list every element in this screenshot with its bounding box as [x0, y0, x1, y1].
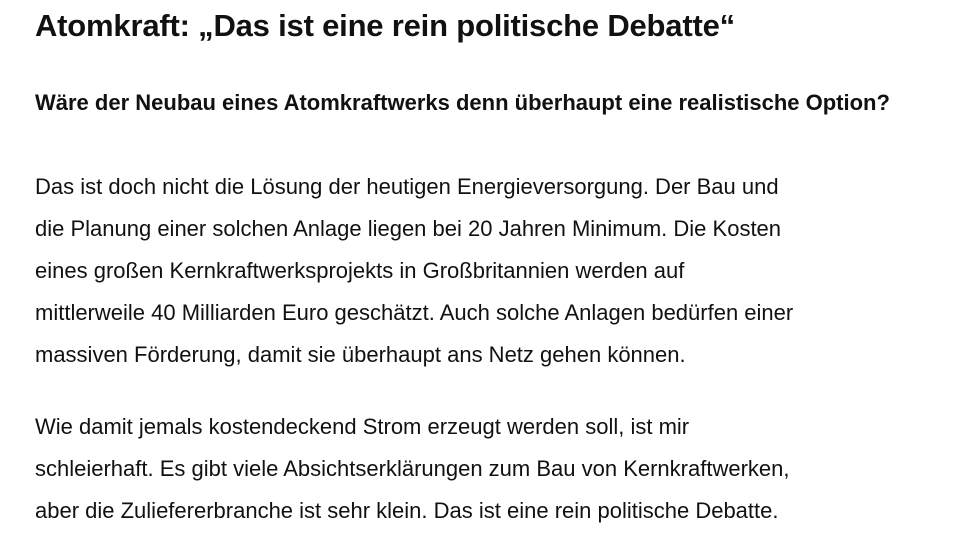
answer-line: Das ist doch nicht die Lösung der heutig… [35, 174, 779, 199]
interview-question: Wäre der Neubau eines Atomkraftwerks den… [35, 90, 890, 115]
article-headline: Atomkraft: „Das ist eine rein politische… [35, 8, 735, 43]
answer-line: eines großen Kernkraftwerksprojekts in G… [35, 258, 685, 283]
answer-line: massiven Förderung, damit sie überhaupt … [35, 342, 686, 367]
interview-answer-paragraph-2: Wie damit jemals kostendeckend Strom erz… [35, 406, 790, 532]
answer-line: Wie damit jemals kostendeckend Strom erz… [35, 414, 690, 439]
answer-line: mittlerweile 40 Milliarden Euro geschätz… [35, 300, 794, 325]
answer-line: schleierhaft. Es gibt viele Absichtserkl… [35, 456, 790, 481]
answer-line: aber die Zuliefererbranche ist sehr klei… [35, 498, 779, 523]
interview-answer-paragraph-1: Das ist doch nicht die Lösung der heutig… [35, 166, 793, 376]
answer-line: die Planung einer solchen Anlage liegen … [35, 216, 782, 241]
